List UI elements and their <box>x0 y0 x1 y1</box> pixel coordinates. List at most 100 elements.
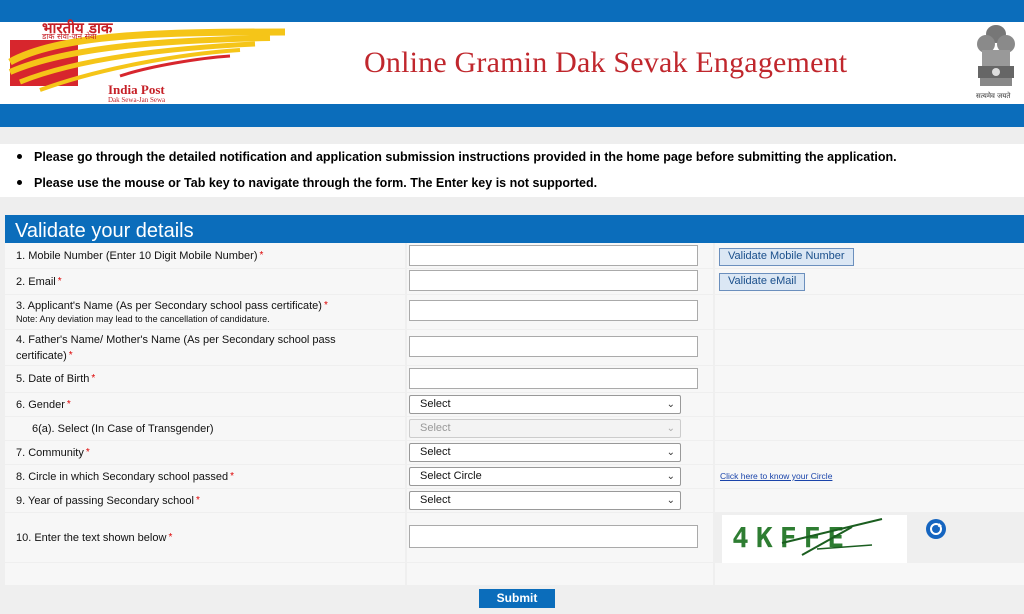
mobile-label-text: 1. Mobile Number (Enter 10 Digit Mobile … <box>16 249 258 262</box>
year-row: 9. Year of passing Secondary school * Sel… <box>5 489 1024 512</box>
gender-label: 6. Gender * <box>5 393 405 416</box>
mobile-label: 1. Mobile Number (Enter 10 Digit Mobile … <box>5 243 405 268</box>
email-action-cell: Validate eMail <box>715 269 1024 294</box>
mobile-number-input[interactable] <box>409 245 698 266</box>
empty-cell <box>715 441 1024 464</box>
parent-name-label: 4. Father's Name/ Mother's Name (As per … <box>5 330 405 365</box>
captcha-label-text: 10. Enter the text shown below <box>16 531 167 544</box>
community-selected-value: Select <box>420 446 451 458</box>
required-mark: * <box>230 470 235 482</box>
required-mark: * <box>66 398 71 410</box>
refresh-captcha-icon[interactable] <box>926 519 946 539</box>
email-row: 2. Email * Validate eMail <box>5 269 1024 294</box>
bullet-icon <box>17 154 22 159</box>
required-mark: * <box>323 300 328 311</box>
empty-cell <box>715 366 1024 392</box>
chevron-down-icon: ⌄ <box>666 471 675 482</box>
captcha-noise-lines <box>781 518 883 556</box>
email-label: 2. Email * <box>5 269 405 294</box>
chevron-down-icon: ⌄ <box>666 399 675 410</box>
email-input[interactable] <box>409 270 698 291</box>
dob-label: 5. Date of Birth * <box>5 366 405 392</box>
parent-name-row: 4. Father's Name/ Mother's Name (As per … <box>5 330 1024 365</box>
emblem-graphic <box>977 25 1015 86</box>
dob-input-cell <box>407 366 713 392</box>
transgender-input-cell: Select ⌄ <box>407 417 713 440</box>
email-label-text: 2. Email <box>16 275 56 288</box>
submit-button[interactable]: Submit <box>479 589 555 608</box>
empty-cell <box>715 489 1024 512</box>
logo-hindi-subtext: डाक सेवा-जन सेवा <box>42 32 97 41</box>
transgender-selected-value: Select <box>420 422 451 434</box>
gender-selected-value: Select <box>420 398 451 410</box>
applicant-name-input[interactable] <box>409 300 698 321</box>
applicant-name-input-cell <box>407 295 713 329</box>
instructions-list: Please go through the detailed notificat… <box>0 144 1024 197</box>
applicant-name-row: 3. Applicant's Name (As per Secondary sc… <box>5 295 1024 329</box>
gender-row: 6. Gender * Select ⌄ <box>5 393 1024 416</box>
applicant-name-note: Note: Any deviation may lead to the canc… <box>16 314 270 324</box>
instruction-item: Please go through the detailed notificat… <box>17 150 897 164</box>
header-bottom-bar <box>0 104 1024 127</box>
page-title: Online Gramin Dak Sevak Engagement <box>364 46 848 79</box>
year-label: 9. Year of passing Secondary school * <box>5 489 405 512</box>
captcha-input-cell <box>407 513 713 562</box>
community-row: 7. Community * Select ⌄ <box>5 441 1024 464</box>
gender-label-text: 6. Gender <box>16 398 65 411</box>
gender-select[interactable]: Select ⌄ <box>409 395 681 414</box>
chevron-down-icon: ⌄ <box>666 447 675 458</box>
parent-name-label-text: 4. Father's Name/ Mother's Name (As per … <box>16 333 336 362</box>
required-mark: * <box>68 349 73 361</box>
parent-name-input[interactable] <box>409 336 698 357</box>
gender-input-cell: Select ⌄ <box>407 393 713 416</box>
year-label-text: 9. Year of passing Secondary school <box>16 494 194 507</box>
applicant-name-label-text: 3. Applicant's Name (As per Secondary sc… <box>16 300 322 312</box>
top-color-bar <box>0 0 1024 22</box>
circle-select[interactable]: Select Circle ⌄ <box>409 467 681 486</box>
instructions-section: Please go through the detailed notificat… <box>0 127 1024 210</box>
dob-input[interactable] <box>409 368 698 389</box>
applicant-name-label: 3. Applicant's Name (As per Secondary sc… <box>5 295 405 329</box>
instruction-text: Please go through the detailed notificat… <box>34 150 897 164</box>
circle-help-cell: Click here to know your Circle <box>715 465 1024 488</box>
empty-cell <box>715 417 1024 440</box>
community-input-cell: Select ⌄ <box>407 441 713 464</box>
empty-cell <box>5 563 405 585</box>
required-mark: * <box>168 531 173 543</box>
captcha-label: 10. Enter the text shown below * <box>5 513 405 562</box>
instruction-item: Please use the mouse or Tab key to navig… <box>17 176 597 190</box>
mobile-action-cell: Validate Mobile Number <box>715 243 1024 268</box>
circle-label-text: 8. Circle in which Secondary school pass… <box>16 470 229 483</box>
mobile-input-cell <box>407 243 713 268</box>
national-emblem-icon: सत्यमेव जयते <box>970 22 1022 104</box>
chevron-down-icon: ⌄ <box>666 495 675 506</box>
validation-form: Validate your details 1. Mobile Number (… <box>0 210 1024 614</box>
circle-input-cell: Select Circle ⌄ <box>407 465 713 488</box>
year-select[interactable]: Select ⌄ <box>409 491 681 510</box>
empty-cell <box>715 563 1024 585</box>
site-header: भारतीय डाक डाक सेवा-जन सेवा India Post D… <box>0 19 1024 104</box>
circle-row: 8. Circle in which Secondary school pass… <box>5 465 1024 488</box>
chevron-down-icon: ⌄ <box>666 423 675 434</box>
required-mark: * <box>85 446 90 458</box>
year-selected-value: Select <box>420 494 451 506</box>
community-label: 7. Community * <box>5 441 405 464</box>
year-input-cell: Select ⌄ <box>407 489 713 512</box>
refresh-icon-graphic <box>930 523 942 535</box>
know-your-circle-link[interactable]: Click here to know your Circle <box>720 471 832 481</box>
captcha-image-cell: 4KFFE <box>715 513 1024 563</box>
captcha-image: 4KFFE <box>722 515 907 563</box>
empty-cell <box>715 295 1024 329</box>
spacer-row <box>5 563 1024 585</box>
community-select[interactable]: Select ⌄ <box>409 443 681 462</box>
community-label-text: 7. Community <box>16 446 84 459</box>
empty-cell <box>715 393 1024 416</box>
transgender-select[interactable]: Select ⌄ <box>409 419 681 438</box>
bullet-icon <box>17 180 22 185</box>
empty-cell <box>407 563 713 585</box>
captcha-row: 10. Enter the text shown below * 4KFFE <box>5 513 1024 563</box>
validate-mobile-button[interactable]: Validate Mobile Number <box>719 248 854 266</box>
india-post-logo: भारतीय डाक डाक सेवा-जन सेवा India Post D… <box>0 19 300 104</box>
validate-email-button[interactable]: Validate eMail <box>719 273 806 291</box>
captcha-input[interactable] <box>409 525 698 548</box>
